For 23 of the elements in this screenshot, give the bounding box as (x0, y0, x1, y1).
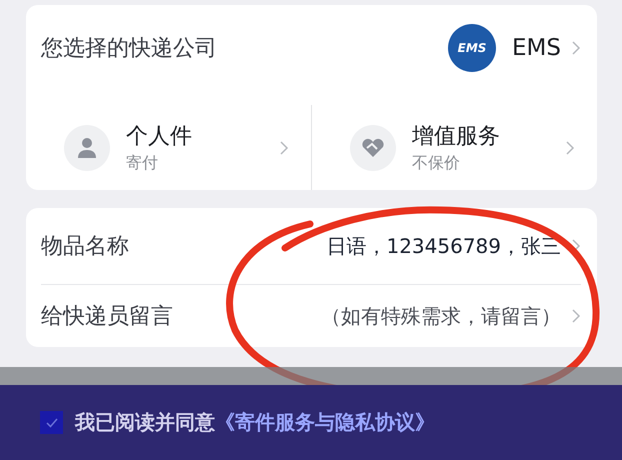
form-row[interactable]: 给快递员留言 （如有特殊需求，请留言） (26, 285, 597, 347)
chevron-icon (571, 308, 581, 324)
field-placeholder: （如有特殊需求，请留言） (321, 302, 561, 330)
agreement-text: 我已阅读并同意 (75, 409, 215, 436)
agreement-checkbox[interactable] (40, 411, 63, 434)
field-label: 给快递员留言 (41, 303, 173, 331)
service-subtitle: 寄付 (126, 153, 159, 174)
checkmark-icon (46, 418, 58, 428)
service-option[interactable]: 个人件 寄付 (26, 105, 311, 190)
chevron-icon (279, 140, 289, 156)
service-title: 增值服务 (412, 123, 501, 151)
service-subtitle: 不保价 (412, 153, 461, 174)
courier-label: 您选择的快递公司 (41, 34, 217, 62)
heart-icon (361, 138, 385, 158)
agreement-link[interactable]: 《寄件服务与隐私协议》 (215, 409, 435, 436)
service-title: 个人件 (126, 123, 193, 151)
courier-logo: EMS (448, 24, 496, 72)
chevron-icon (565, 140, 575, 156)
service-option[interactable]: 增值服务 不保价 (311, 105, 597, 190)
person-icon (77, 136, 97, 158)
courier-name[interactable]: EMS (512, 34, 561, 60)
chevron-icon (571, 40, 581, 56)
field-label: 物品名称 (41, 233, 129, 261)
